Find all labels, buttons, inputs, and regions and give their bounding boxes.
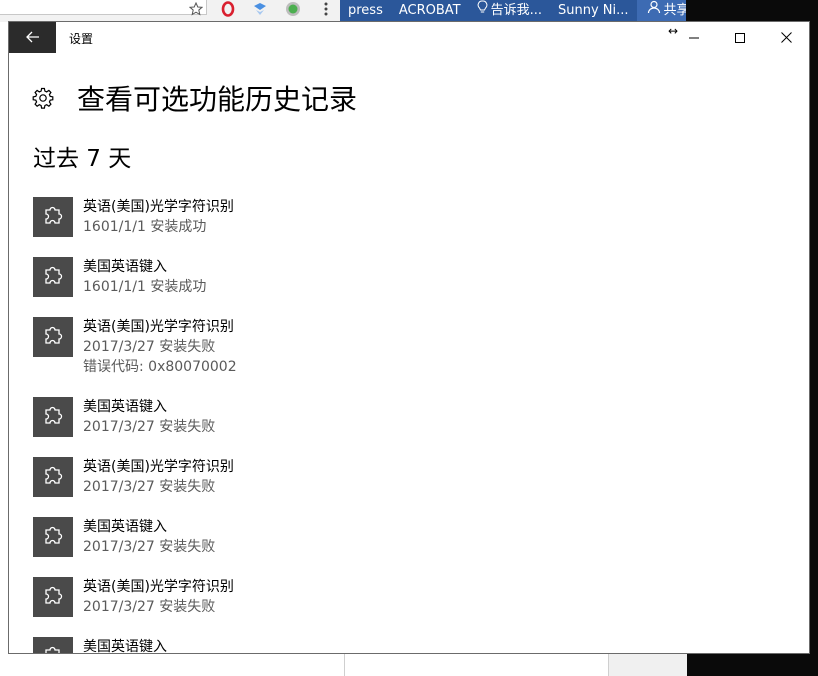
feature-tile [33, 397, 73, 437]
title-bar: 设置 ↔ [9, 22, 809, 53]
opera-icon[interactable] [218, 0, 238, 18]
background-app-edge [0, 22, 8, 676]
feature-name: 美国英语键入 [83, 259, 167, 275]
back-arrow-icon [25, 28, 40, 47]
close-icon [780, 28, 792, 47]
office-tab[interactable]: ACROBAT [391, 0, 469, 22]
page-title: 查看可选功能历史记录 [77, 83, 358, 116]
puzzle-piece-icon [41, 643, 65, 653]
feature-tile [33, 517, 73, 557]
feature-name: 美国英语键入 [83, 399, 167, 415]
list-item: 英语(美国)光学字符识别 2017/3/27 安装失败 [33, 457, 773, 497]
background-app-panel [608, 654, 687, 676]
list-item: 美国英语键入 1601/1/1 安装成功 [33, 257, 773, 297]
extension-icon[interactable] [250, 0, 270, 18]
puzzle-piece-icon [41, 203, 65, 231]
feature-tile [33, 457, 73, 497]
settings-window: 设置 ↔ 查看可选功能历史记录 过去 7 天 英语(美国)光学字符识别 1601… [8, 21, 810, 654]
maximize-icon [735, 28, 745, 47]
browser-toolbar-background [0, 0, 340, 23]
feature-tile [33, 257, 73, 297]
feature-name: 英语(美国)光学字符识别 [83, 579, 234, 595]
install-status: 2017/3/27 安装失败 [83, 339, 216, 355]
lightbulb-icon [477, 0, 488, 22]
install-status: 2017/3/27 安装失败 [83, 599, 216, 615]
puzzle-piece-icon [41, 463, 65, 491]
puzzle-piece-icon [41, 523, 65, 551]
install-status: 1601/1/1 安装成功 [83, 279, 207, 295]
browser-address-field[interactable] [0, 0, 207, 15]
item-text: 美国英语键入 2017/3/27 安装失败 [83, 397, 215, 437]
feature-name: 英语(美国)光学字符识别 [83, 319, 234, 335]
list-item: 美国英语键入 2017/3/27 安装失败 [33, 397, 773, 437]
list-item: 美国英语键入 2017/3/27 安装失败 [33, 517, 773, 557]
install-status: 1601/1/1 安装成功 [83, 219, 207, 235]
install-status: 2017/3/27 安装失败 [83, 419, 216, 435]
extension-icon[interactable] [283, 0, 303, 18]
install-status: 2017/3/27 安装失败 [83, 539, 216, 555]
office-tab[interactable]: press [340, 0, 391, 22]
background-app-panel [344, 654, 609, 676]
item-text: 美国英语键入 1601/1/1 安装成功 [83, 257, 206, 297]
feature-name: 英语(美国)光学字符识别 [83, 199, 234, 215]
window-title: 设置 [69, 32, 94, 46]
menu-dots-icon[interactable] [316, 0, 336, 18]
puzzle-piece-icon [41, 263, 65, 291]
feature-tile [33, 637, 73, 653]
back-button[interactable] [9, 22, 56, 53]
install-status: 2017/3/27 安装失败 [83, 479, 216, 495]
minimize-button[interactable] [671, 22, 717, 53]
error-code: 错误代码: 0x80070002 [83, 359, 237, 375]
page-header: 查看可选功能历史记录 [31, 78, 357, 118]
feature-name: 美国英语键入 [83, 519, 167, 535]
close-button[interactable] [763, 22, 809, 53]
feature-name: 美国英语键入 [83, 639, 167, 654]
office-tab-label: 告诉我... [490, 3, 543, 18]
list-item: 英语(美国)光学字符识别 1601/1/1 安装成功 [33, 197, 773, 237]
list-item: 英语(美国)光学字符识别 2017/3/27 安装失败错误代码: 0x80070… [33, 317, 773, 377]
office-user-name[interactable]: Sunny Ni... [550, 0, 637, 22]
office-ribbon-tabs: press ACROBAT 告诉我... Sunny Ni... 共享 [340, 0, 700, 22]
puzzle-piece-icon [41, 403, 65, 431]
maximize-button[interactable] [717, 22, 763, 53]
feature-tile [33, 197, 73, 237]
person-icon [647, 0, 661, 22]
section-heading: 过去 7 天 [33, 146, 132, 172]
item-text: 美国英语键入 2017/3/27 安装失败 [83, 517, 215, 557]
list-item: 美国英语键入 [33, 637, 773, 654]
item-text: 英语(美国)光学字符识别 2017/3/27 安装失败错误代码: 0x80070… [83, 317, 237, 377]
feature-tile [33, 577, 73, 617]
office-tab-tell-me[interactable]: 告诉我... [469, 0, 550, 22]
feature-history-list: 英语(美国)光学字符识别 1601/1/1 安装成功 美国英语键入 1601/1… [33, 197, 773, 654]
star-icon[interactable] [186, 0, 206, 18]
puzzle-piece-icon [41, 583, 65, 611]
minimize-icon [689, 28, 699, 47]
puzzle-piece-icon [41, 323, 65, 351]
item-text: 英语(美国)光学字符识别 2017/3/27 安装失败 [83, 577, 234, 617]
feature-name: 英语(美国)光学字符识别 [83, 459, 234, 475]
item-text: 英语(美国)光学字符识别 2017/3/27 安装失败 [83, 457, 234, 497]
gear-icon [31, 86, 55, 110]
item-text: 美国英语键入 [83, 637, 167, 654]
item-text: 英语(美国)光学字符识别 1601/1/1 安装成功 [83, 197, 234, 237]
list-item: 英语(美国)光学字符识别 2017/3/27 安装失败 [33, 577, 773, 617]
feature-tile [33, 317, 73, 357]
